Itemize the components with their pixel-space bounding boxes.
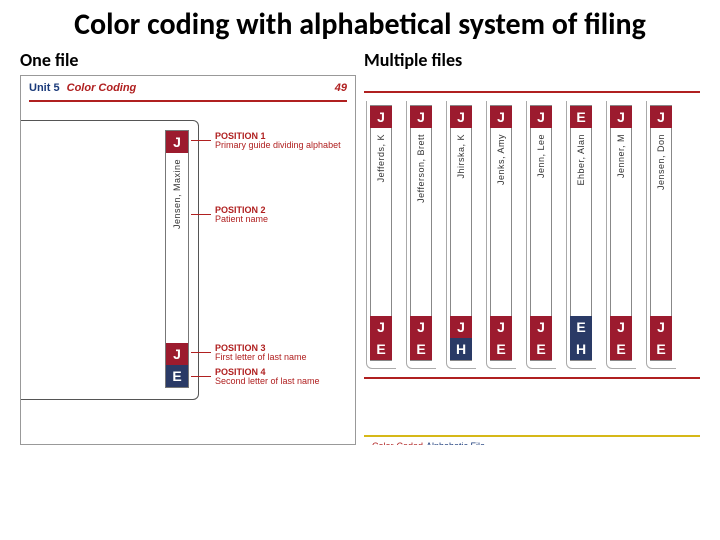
unit-subtitle: Color Coding [67, 82, 137, 94]
tab-letter-2: E [650, 338, 672, 360]
leader-line [191, 140, 211, 141]
tab-letter-2: E [530, 338, 552, 360]
file-tab: JJefferson, BrettJE [410, 105, 432, 361]
tab-letter-2: E [410, 338, 432, 360]
tab-top-letter: J [650, 106, 672, 128]
unit-label: Unit 5 [29, 82, 60, 94]
divider [29, 100, 347, 102]
tab-name: Jenner, M [616, 134, 626, 178]
left-figure: Unit 5 Color Coding 49 J Jensen, Maxine … [20, 75, 356, 445]
tab-name: Jefferson, Brett [416, 134, 426, 203]
file-tab: JJensen, DonJE [650, 105, 672, 361]
tab-top-letter: J [450, 106, 472, 128]
tab-letter-2: E [370, 338, 392, 360]
tab-letter-2: H [570, 338, 592, 360]
tab-letter-1: E [570, 316, 592, 338]
tab-name: Jensen, Don [656, 134, 666, 190]
file-tab: JJefferds, KJE [370, 105, 392, 361]
file-tab: J Jensen, Maxine J E [165, 130, 189, 388]
position-1-letter: J [166, 131, 188, 153]
divider [364, 377, 700, 379]
tab-letter-1: J [530, 316, 552, 338]
leader-line [191, 376, 211, 377]
file-tab: JJenner, MJE [610, 105, 632, 361]
file-tab: JJenks, AmyJE [490, 105, 512, 361]
tab-letter-1: J [490, 316, 512, 338]
annotation-position-3: POSITION 3 First letter of last name [215, 344, 307, 364]
annotation-position-2: POSITION 2 Patient name [215, 206, 268, 226]
tab-top-letter: J [370, 106, 392, 128]
tab-name: Jenks, Amy [496, 134, 506, 185]
tab-name: Jenn, Lee [536, 134, 546, 178]
tab-top-letter: E [570, 106, 592, 128]
tab-name: Ehber, Alan [576, 134, 586, 186]
tab-letter-1: J [410, 316, 432, 338]
figure-caption: Color-CodedAlphabetic File [372, 441, 485, 445]
divider [364, 435, 700, 437]
file-tab: EEhber, AlanEH [570, 105, 592, 361]
left-heading: One file [20, 49, 356, 71]
right-heading: Multiple files [364, 49, 700, 71]
tab-letter-2: E [610, 338, 632, 360]
right-figure: JJefferds, KJEJJefferson, BrettJEJJhirsk… [364, 75, 700, 445]
tab-letter-1: J [650, 316, 672, 338]
file-tab: JJhirska, KJH [450, 105, 472, 361]
annotation-position-4: POSITION 4 Second letter of last name [215, 368, 320, 388]
tab-letter-1: J [610, 316, 632, 338]
tab-top-letter: J [530, 106, 552, 128]
tab-top-letter: J [410, 106, 432, 128]
tab-letter-2: E [490, 338, 512, 360]
tab-letter-1: J [370, 316, 392, 338]
tab-name: Jefferds, K [376, 134, 386, 182]
position-4-letter: E [166, 365, 188, 387]
file-tab: JJenn, LeeJE [530, 105, 552, 361]
tab-top-letter: J [610, 106, 632, 128]
annotation-position-1: POSITION 1 Primary guide dividing alphab… [215, 132, 341, 152]
tab-top-letter: J [490, 106, 512, 128]
patient-name: Jensen, Maxine [172, 159, 182, 229]
tab-name: Jhirska, K [456, 134, 466, 179]
tab-letter-1: J [450, 316, 472, 338]
leader-line [191, 352, 211, 353]
divider [364, 91, 700, 93]
slide-title: Color coding with alphabetical system of… [0, 0, 720, 49]
tab-letter-2: H [450, 338, 472, 360]
page-number: 49 [335, 82, 347, 94]
leader-line [191, 214, 211, 215]
position-3-letter: J [166, 343, 188, 365]
